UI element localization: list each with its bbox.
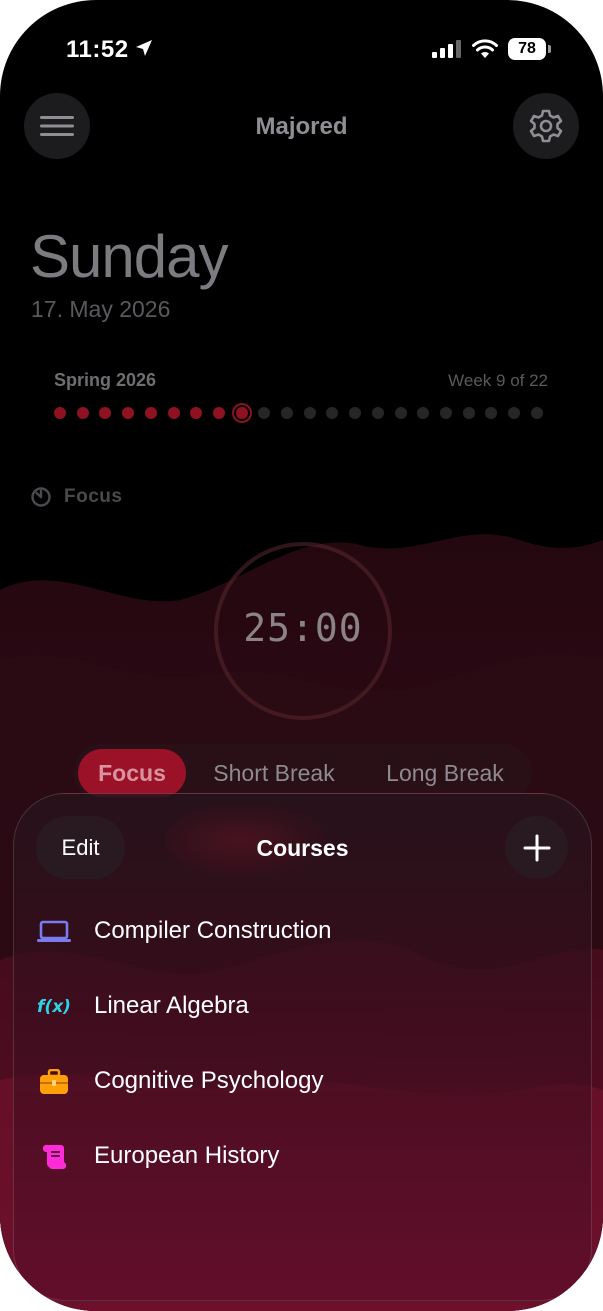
tab-long-break[interactable]: Long Break [366, 749, 524, 797]
week-dot [281, 407, 293, 419]
week-dot [122, 407, 135, 419]
week-dot [394, 407, 407, 419]
plus-icon [523, 834, 550, 861]
week-dot [417, 407, 430, 419]
phone-screen: 11:52 78 Majored Sunday 17. May 2026 Spr… [0, 0, 603, 1311]
week-dot [212, 407, 225, 419]
tab-focus[interactable]: Focus [78, 749, 186, 797]
laptop-icon [36, 917, 72, 947]
function-icon: f(x) [36, 992, 72, 1022]
function-icon-text: f(x) [37, 997, 71, 1017]
course-label: Compiler Construction [94, 917, 332, 944]
focus-mode-label: Focus [64, 486, 123, 507]
week-dot [508, 407, 520, 419]
week-dot [530, 407, 543, 419]
timer-display: 25:00 [243, 606, 363, 650]
week-dot [303, 407, 316, 419]
courses-sheet: Edit Courses Compiler Construction f(x) … [13, 793, 592, 1301]
week-dot [54, 407, 66, 419]
week-dot [258, 407, 271, 419]
battery-icon: 78 [508, 38, 546, 60]
gear-icon [529, 109, 563, 143]
course-row-european-history[interactable]: European History [14, 1128, 591, 1188]
week-dot [167, 407, 180, 419]
course-label: European History [94, 1142, 280, 1169]
scroll-icon [36, 1142, 72, 1172]
week-progress-dots [54, 403, 554, 423]
timer-icon [31, 487, 51, 507]
course-row-linear-algebra[interactable]: f(x) Linear Algebra [14, 978, 591, 1038]
full-date: 17. May 2026 [31, 296, 171, 322]
settings-button[interactable] [513, 93, 579, 159]
course-row-cognitive-psychology[interactable]: Cognitive Psychology [14, 1053, 591, 1113]
week-dot [76, 407, 89, 419]
course-row-compiler-construction[interactable]: Compiler Construction [14, 903, 591, 963]
course-label: Cognitive Psychology [94, 1067, 324, 1094]
weekday-heading: Sunday [30, 223, 228, 290]
cellular-signal-icon [432, 40, 461, 58]
week-dot [349, 407, 362, 419]
course-label: Linear Algebra [94, 992, 249, 1019]
add-course-button[interactable] [505, 816, 568, 879]
battery-tip [548, 45, 551, 53]
week-dot [99, 407, 112, 419]
week-dot [235, 407, 248, 419]
week-dot [190, 407, 203, 419]
week-dot [439, 407, 452, 419]
week-progress-text: Week 9 of 22 [448, 371, 548, 390]
week-dot [462, 407, 475, 419]
briefcase-icon [36, 1067, 72, 1097]
status-time: 11:52 [66, 36, 129, 63]
week-dot [485, 407, 498, 419]
location-arrow-icon [136, 40, 152, 56]
week-dot [144, 407, 157, 419]
tab-short-break[interactable]: Short Break [194, 749, 354, 797]
wifi-icon [472, 39, 498, 58]
focus-mode-indicator: Focus [30, 486, 122, 508]
term-name: Spring 2026 [54, 370, 157, 390]
week-dot [326, 407, 339, 419]
week-dot [371, 407, 384, 419]
